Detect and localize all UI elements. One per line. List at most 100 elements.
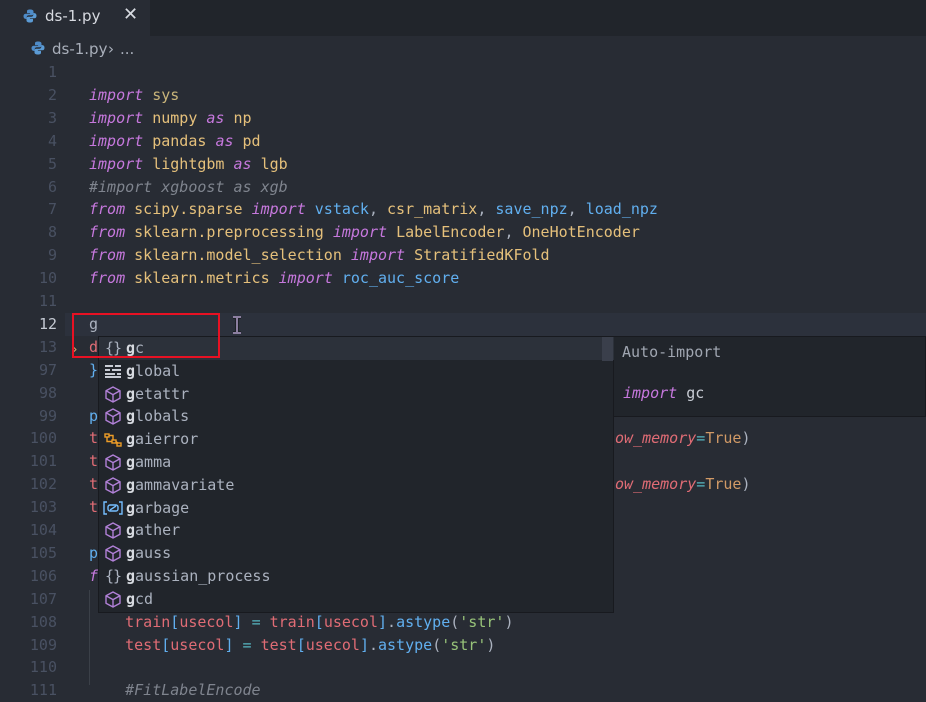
suggestion-label: gather	[126, 519, 180, 542]
suggestion-item-gauss[interactable]: gauss	[99, 542, 614, 565]
suggestion-item-gcd[interactable]: gcd	[99, 588, 614, 611]
suggestion-match: g	[126, 544, 136, 563]
suggestion-item-gaussian-process[interactable]: {} gaussian_process	[99, 565, 614, 588]
suggestion-label: gaussian_process	[126, 565, 271, 588]
line-number: 111	[29, 681, 57, 700]
code-token: True	[705, 429, 742, 448]
breadcrumb-file[interactable]: ds-1.py	[52, 40, 107, 58]
breadcrumb-separator: ›	[108, 40, 114, 58]
code-token: ,	[504, 223, 523, 242]
code-line[interactable]: 2 import sys	[0, 84, 926, 107]
suggestion-match: g	[126, 589, 136, 608]
code-token: }	[89, 360, 99, 379]
tab-bar: ds-1.py ✕	[0, 0, 926, 36]
line-code: t	[89, 496, 98, 519]
code-line[interactable]: 3 import numpy as np	[0, 107, 926, 130]
suggestion-label: gamma	[126, 451, 171, 474]
suggestion-item-gaierror[interactable]: gaierror	[99, 428, 614, 451]
code-line[interactable]: 111 #FitLabelEncode	[0, 679, 926, 702]
code-line[interactable]: 10 from sklearn.metrics import roc_auc_sc…	[0, 267, 926, 290]
suggestion-label: gauss	[126, 542, 171, 565]
line-number: 11	[38, 292, 57, 310]
code-token: test	[260, 635, 297, 654]
suggestion-item-getattr[interactable]: getattr	[99, 383, 614, 406]
suggestion-item-global[interactable]: global	[99, 360, 614, 383]
suggestion-rest: cd	[135, 589, 154, 608]
annotation-highlight-box	[72, 313, 220, 358]
code-token: t	[89, 498, 99, 517]
suggestion-rest: aierror	[135, 430, 199, 449]
close-tab-icon[interactable]: ✕	[123, 4, 138, 25]
line-number: 101	[29, 452, 57, 471]
code-token: )	[741, 475, 751, 494]
suggestion-rest: lobal	[135, 361, 181, 380]
code-token: =	[251, 612, 261, 631]
line-number: 102	[29, 475, 57, 494]
code-token: lgb	[260, 154, 288, 173]
line-number: 103	[29, 498, 57, 517]
code-token: =	[696, 475, 706, 494]
suggestion-item-globals[interactable]: globals	[99, 405, 614, 428]
code-token: test	[125, 635, 162, 654]
code-line[interactable]: 110	[0, 656, 926, 679]
code-line[interactable]: 8 from sklearn.preprocessing import Label…	[0, 221, 926, 244]
code-token: 'str'	[441, 635, 487, 654]
line-code: import sys	[89, 84, 179, 107]
code-token: numpy	[152, 108, 198, 127]
code-line[interactable]: 5 import lightgbm as lgb	[0, 153, 926, 176]
suggestion-item-gamma[interactable]: gamma	[99, 451, 614, 474]
code-token: LabelEncoder	[396, 223, 505, 242]
code-line[interactable]: 4 import pandas as pd	[0, 130, 926, 153]
python-file-icon	[23, 9, 37, 27]
suggestion-label: getattr	[126, 383, 189, 406]
breadcrumb-symbols[interactable]: ...	[120, 40, 134, 58]
suggestion-label: gaierror	[126, 428, 198, 451]
code-line[interactable]: 108 train[usecol] = train[usecol].astype…	[0, 611, 926, 634]
code-token: sklearn.preprocessing	[134, 223, 324, 242]
autocomplete-scrollbar[interactable]	[602, 337, 613, 361]
line-number: 6	[47, 177, 57, 196]
code-token: =	[242, 635, 252, 654]
suggestion-item-garbage[interactable]: garbage	[99, 497, 614, 520]
code-token: f	[89, 566, 99, 585]
line-code: f	[89, 565, 98, 588]
code-token: t	[89, 429, 99, 448]
code-line[interactable]: 9 from sklearn.model_selection import Str…	[0, 244, 926, 267]
suggestion-item-gather[interactable]: gather	[99, 519, 614, 542]
suggestion-item-gammavariate[interactable]: gammavariate	[99, 474, 614, 497]
tab-ds-1-py[interactable]: ds-1.py ✕	[0, 0, 150, 36]
code-line[interactable]: 109 test[usecol] = test[usecol].astype('…	[0, 634, 926, 657]
line-code: from sklearn.model_selection import Stra…	[89, 244, 550, 267]
code-token: astype	[396, 612, 451, 631]
line-code: p	[89, 542, 98, 565]
code-token: 'str'	[459, 612, 505, 631]
code-token: usecol	[170, 635, 225, 654]
code-line[interactable]: 11	[0, 290, 926, 313]
line-code: #FitLabelEncode	[89, 679, 260, 702]
code-token: [	[170, 612, 180, 631]
code-line[interactable]: 7 from scipy.sparse import vstack, csr_ma…	[0, 198, 926, 221]
code-token: (	[432, 635, 442, 654]
suggestion-match: g	[126, 430, 136, 449]
code-line[interactable]: 6 #import xgboost as xgb	[0, 176, 926, 199]
code-token: [	[161, 635, 171, 654]
code-token: )	[504, 612, 514, 631]
code-line[interactable]: 1	[0, 61, 926, 84]
code-token: .	[368, 635, 378, 654]
line-code: import lightgbm as lgb	[89, 153, 288, 176]
autocomplete-list[interactable]: {} gc global getattr globals gaierror gamma gam…	[98, 336, 614, 613]
suggestion-rest: aussian_process	[135, 567, 271, 585]
code-token: from	[89, 200, 126, 219]
suggestion-rest: lobals	[135, 407, 190, 426]
code-token: import	[332, 223, 388, 242]
suggestion-rest: ather	[135, 521, 181, 540]
suggestion-match: g	[126, 384, 136, 403]
tab-label: ds-1.py	[45, 7, 101, 25]
